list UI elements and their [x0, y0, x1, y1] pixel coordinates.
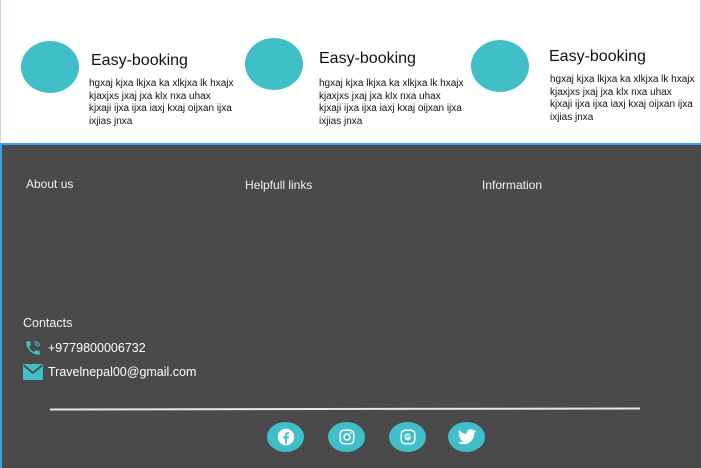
feature-text: hgxaj kjxa lkjxa ka xlkjxa lk hxajx kjax…: [550, 74, 695, 123]
google-icon[interactable]: [389, 422, 426, 452]
about-us-heading[interactable]: About us: [26, 177, 73, 191]
email-icon: [23, 362, 43, 382]
contacts-heading: Contacts: [23, 316, 73, 330]
feature-text: hgxaj kjxa lkjxa ka xlkjxa lk hxajx kjax…: [89, 78, 234, 127]
footer: About us Helpfull links Information Cont…: [0, 143, 701, 468]
feature-title: Easy-booking: [91, 52, 188, 69]
information-heading[interactable]: Information: [482, 178, 542, 192]
footer-divider: [49, 407, 641, 411]
facebook-icon[interactable]: [267, 422, 304, 452]
features-section: Easy-booking hgxaj kjxa lkjxa ka xlkjxa …: [0, 0, 701, 143]
email-row[interactable]: Travelnepal00@gmail.com: [23, 362, 196, 382]
feature-title: Easy-booking: [549, 48, 646, 65]
email-address[interactable]: Travelnepal00@gmail.com: [48, 365, 196, 379]
feature-icon: [21, 41, 79, 93]
instagram-icon[interactable]: [328, 422, 365, 452]
phone-number[interactable]: +9779800006732: [48, 341, 146, 355]
phone-row[interactable]: +9779800006732: [23, 338, 146, 358]
helpful-links-heading[interactable]: Helpfull links: [245, 178, 312, 192]
phone-icon: [23, 338, 43, 358]
feature-icon: [245, 38, 303, 90]
twitter-icon[interactable]: [448, 422, 485, 452]
feature-text: hgxaj kjxa lkjxa ka xlkjxa lk hxajx kjax…: [319, 78, 464, 127]
feature-icon: [471, 40, 529, 92]
feature-title: Easy-booking: [319, 50, 416, 67]
